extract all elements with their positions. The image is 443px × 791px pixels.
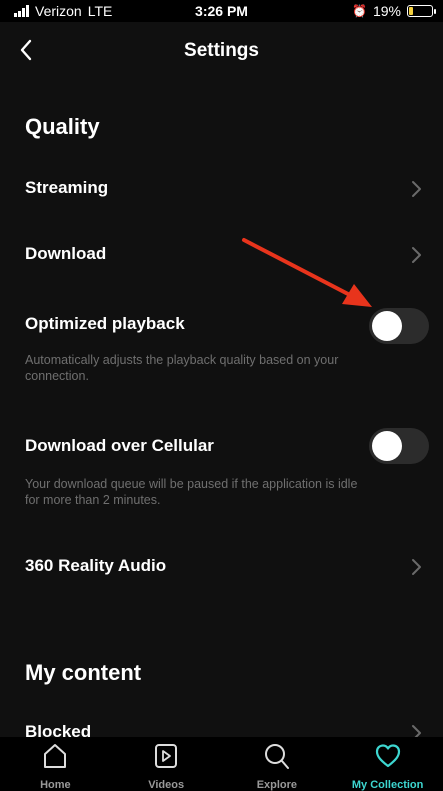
download-row[interactable]: Download (0, 226, 443, 284)
reality-audio-label: 360 Reality Audio (25, 556, 167, 575)
optimized-playback-label: Optimized playback (25, 314, 185, 333)
search-icon (264, 744, 289, 769)
tab-videos-label: Videos (148, 779, 185, 791)
chevron-right-icon (412, 181, 421, 197)
download-label: Download (25, 244, 107, 263)
tab-my-collection-label: My Collection (351, 779, 424, 791)
battery-percent: 19% (372, 3, 401, 19)
toggle-knob (372, 431, 402, 461)
optimized-playback-description: Automatically adjusts the playback quali… (25, 353, 339, 383)
optimized-playback-row: Optimized playback Automatically adjusts… (0, 300, 443, 400)
tab-videos[interactable]: Videos (111, 737, 222, 791)
tab-my-collection[interactable]: My Collection (332, 737, 443, 791)
streaming-label: Streaming (25, 178, 109, 197)
tab-bar: Home Videos Explore My Collection (0, 737, 443, 791)
chevron-right-icon (412, 559, 421, 575)
toggle-knob (372, 311, 402, 341)
optimized-playback-toggle[interactable] (369, 308, 429, 344)
download-over-cellular-description: Your download queue will be paused if th… (25, 477, 358, 507)
tab-home[interactable]: Home (0, 737, 111, 791)
home-icon (44, 744, 67, 768)
nav-header: Settings (0, 22, 443, 80)
video-icon (155, 744, 178, 768)
tab-explore[interactable]: Explore (222, 737, 333, 791)
chevron-right-icon (412, 247, 421, 263)
tab-explore-label: Explore (256, 779, 298, 791)
status-bar: Verizon LTE 3:26 PM ⏰ 19% (0, 0, 443, 22)
battery-icon (407, 5, 436, 17)
alarm-icon: ⏰ (352, 4, 367, 18)
section-heading-my-content: My content (25, 660, 142, 685)
download-over-cellular-row: Download over Cellular Your download que… (0, 420, 443, 520)
streaming-row[interactable]: Streaming (0, 160, 443, 218)
blocked-row[interactable]: Blocked (0, 710, 443, 740)
reality-audio-row[interactable]: 360 Reality Audio (0, 538, 443, 596)
section-heading-quality: Quality (25, 114, 100, 139)
battery-info: ⏰ 19% (352, 3, 436, 19)
tab-home-label: Home (40, 779, 71, 791)
download-over-cellular-toggle[interactable] (369, 428, 429, 464)
page-title: Settings (184, 40, 259, 61)
download-over-cellular-label: Download over Cellular (25, 436, 214, 455)
heart-icon (375, 744, 400, 768)
